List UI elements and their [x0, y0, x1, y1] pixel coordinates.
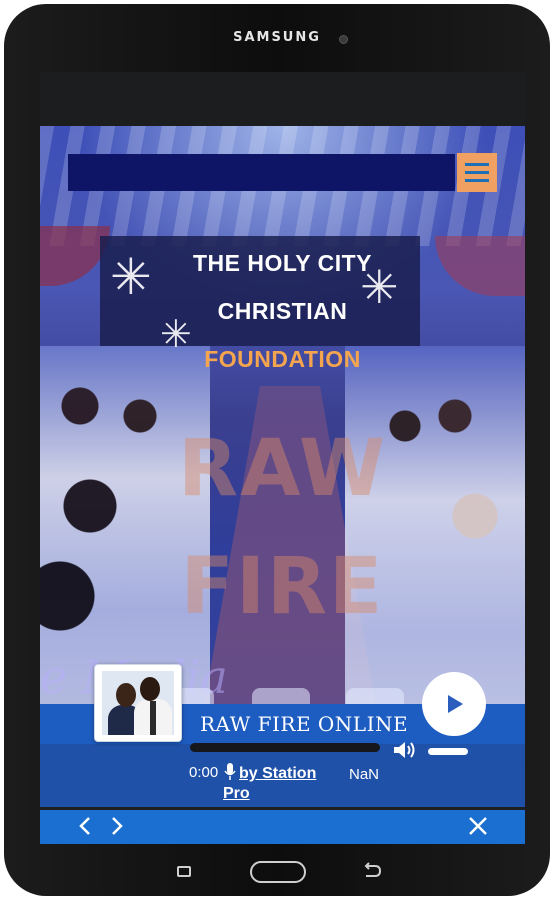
site-title-line2: CHRISTIAN: [217, 298, 348, 324]
play-icon: [448, 695, 463, 713]
station-artwork: [94, 664, 182, 742]
status-bar: [40, 72, 525, 126]
duration: NaN: [349, 766, 380, 783]
device-brand: SAMSUNG: [233, 30, 321, 45]
close-icon[interactable]: [468, 816, 488, 836]
back-arrow-icon[interactable]: [362, 862, 382, 880]
watermark-raw: RAW: [178, 424, 387, 514]
current-time: 0:00: [189, 764, 219, 781]
volume-icon[interactable]: [393, 740, 417, 760]
credit-text-line2: Pro: [223, 785, 250, 802]
progress-bar[interactable]: [190, 743, 380, 752]
home-button[interactable]: [250, 861, 306, 883]
front-camera: [339, 35, 348, 44]
site-title-line3: FOUNDATION: [204, 346, 361, 372]
chevron-right-icon[interactable]: [108, 815, 126, 837]
station-pro-link[interactable]: by Station Pro: [223, 764, 333, 804]
microphone-icon: [224, 763, 236, 780]
chevron-left-icon[interactable]: [76, 815, 94, 837]
station-name: RAW FIRE ONLINE: [200, 712, 409, 736]
credit-text-line1: by Station: [239, 765, 317, 782]
recent-apps-button[interactable]: [177, 866, 191, 877]
watermark-fire: FIRE: [180, 542, 385, 632]
hamburger-menu-icon[interactable]: [457, 153, 497, 192]
play-button[interactable]: [422, 672, 486, 736]
volume-slider[interactable]: [428, 748, 468, 755]
tablet-frame: SAMSUNG ✳ ✳ ✳ THE HOLY CITY CHRISTIAN FO…: [4, 4, 550, 896]
top-navigation-bar: [68, 154, 455, 191]
site-title-line1: THE HOLY CITY: [192, 250, 373, 276]
screen: ✳ ✳ ✳ THE HOLY CITY CHRISTIAN FOUNDATION…: [40, 72, 525, 844]
